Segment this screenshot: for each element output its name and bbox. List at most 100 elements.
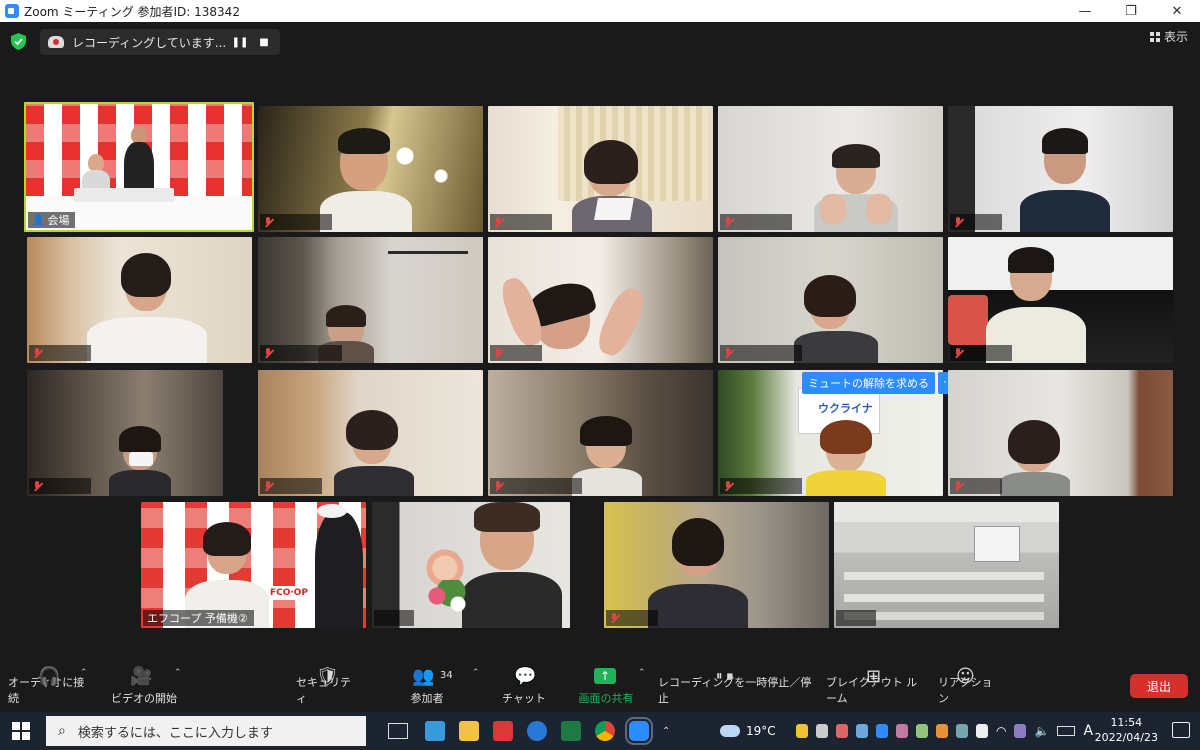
pause-recording-button[interactable]: ❚❚ bbox=[232, 34, 249, 50]
share-screen-button[interactable]: ↑ ⌃ 画面の共有 bbox=[574, 662, 646, 712]
muted-mic-icon bbox=[954, 347, 963, 359]
breakout-rooms-button[interactable]: ⊞ ブレイクアウト ルーム bbox=[826, 662, 924, 712]
video-tile[interactable] bbox=[258, 237, 483, 363]
security-button[interactable]: 🛡 セキュリティ bbox=[296, 662, 356, 712]
video-tile[interactable] bbox=[27, 237, 252, 363]
taskbar-clock[interactable]: 11:54 2022/04/23 bbox=[1095, 715, 1158, 745]
meeting-toolbar: 🎧 ⌃ オーディオに接続 🎥 ⌃ ビデオの開始 🛡 セキュリティ 👥 34 ⌃ … bbox=[0, 662, 1200, 712]
ime-mode[interactable]: A bbox=[1083, 723, 1093, 739]
chevron-up-icon[interactable]: ⌃ bbox=[174, 668, 182, 678]
app-icon[interactable] bbox=[493, 721, 513, 741]
excel-icon[interactable] bbox=[561, 721, 581, 741]
tray-icon[interactable] bbox=[956, 724, 968, 738]
join-audio-button[interactable]: 🎧 ⌃ オーディオに接続 bbox=[8, 662, 90, 712]
tray-icon[interactable] bbox=[836, 724, 848, 738]
chevron-up-icon[interactable]: ⌃ bbox=[638, 668, 646, 678]
zoom-app-icon bbox=[5, 4, 19, 18]
clock-date: 2022/04/23 bbox=[1094, 731, 1158, 744]
monitor-app-icon[interactable] bbox=[425, 721, 445, 741]
temperature[interactable]: 19°C bbox=[746, 724, 776, 738]
muted-mic-icon bbox=[954, 216, 963, 228]
tray-icon[interactable] bbox=[896, 724, 908, 738]
breakout-grid-icon: ⊞ bbox=[866, 666, 882, 687]
recording-status-text: レコーディングしています... bbox=[72, 35, 227, 50]
participants-count: 34 bbox=[440, 670, 453, 681]
video-tile-fcoop-backup[interactable]: FCO·OP エフコープ 予備機② bbox=[141, 502, 366, 628]
video-tile[interactable] bbox=[258, 106, 483, 232]
tray-icon[interactable] bbox=[816, 724, 828, 738]
headphone-icon: 🎧 bbox=[38, 666, 61, 687]
video-tile[interactable] bbox=[718, 106, 943, 232]
tile-name-label: 会場 bbox=[47, 214, 70, 227]
tray-icon[interactable] bbox=[936, 724, 948, 738]
video-tile[interactable] bbox=[27, 370, 223, 496]
tray-icon[interactable] bbox=[796, 724, 808, 738]
smiley-icon: ☺ bbox=[956, 666, 975, 687]
chevron-up-icon[interactable]: ⌃ bbox=[80, 668, 88, 678]
video-off-icon: 🎥 bbox=[130, 666, 153, 687]
participants-icon: 👥 bbox=[412, 666, 435, 687]
reactions-button[interactable]: ☺ リアクション bbox=[938, 662, 994, 712]
participants-button[interactable]: 👥 34 ⌃ 参加者 bbox=[402, 662, 480, 712]
leave-meeting-button[interactable]: 退出 bbox=[1130, 674, 1188, 698]
file-explorer-icon[interactable] bbox=[459, 721, 479, 741]
recording-control-button[interactable]: ⏸ ⏹ レコーディングを一時停止／停止 bbox=[658, 662, 814, 712]
muted-mic-icon bbox=[264, 347, 273, 359]
tray-icon[interactable] bbox=[916, 724, 928, 738]
video-tile[interactable] bbox=[834, 502, 1059, 628]
window-titlebar: Zoom ミーティング 参加者ID: 138342 — ❐ ✕ bbox=[0, 0, 1200, 22]
window-title: Zoom ミーティング 参加者ID: 138342 bbox=[24, 4, 240, 19]
ask-to-unmute-button[interactable]: ミュートの解除を求める bbox=[802, 372, 935, 394]
tray-icon[interactable] bbox=[1014, 724, 1027, 738]
video-tile[interactable] bbox=[488, 370, 713, 496]
chat-icon: 💬 bbox=[514, 666, 537, 687]
video-tile[interactable] bbox=[258, 370, 483, 496]
zoom-taskbar-icon[interactable] bbox=[625, 717, 653, 745]
share-screen-icon: ↑ bbox=[594, 668, 616, 684]
unmute-request-overlay: ミュートの解除を求める ⋯ bbox=[802, 372, 959, 394]
fcoop-logo: FCO·OP bbox=[261, 586, 317, 600]
pause-stop-icon: ⏸ ⏹ bbox=[716, 669, 734, 684]
minimize-button[interactable]: — bbox=[1062, 0, 1108, 22]
muted-mic-icon bbox=[33, 347, 42, 359]
video-tile[interactable] bbox=[948, 106, 1173, 232]
chrome-icon[interactable] bbox=[595, 721, 615, 741]
stop-recording-button[interactable]: ■ bbox=[256, 34, 272, 50]
chevron-up-icon[interactable]: ⌃ bbox=[472, 668, 480, 678]
tray-icon[interactable] bbox=[876, 724, 888, 738]
chat-button[interactable]: 💬 チャット bbox=[502, 662, 546, 712]
muted-mic-icon bbox=[264, 480, 273, 492]
shield-icon: 🛡 bbox=[316, 666, 339, 687]
ukraine-sign: ウクライナ bbox=[818, 402, 873, 415]
recording-indicator: レコーディングしています... ❚❚ ■ bbox=[40, 29, 280, 55]
task-view-icon[interactable] bbox=[388, 723, 408, 739]
tray-icon[interactable] bbox=[976, 724, 988, 738]
wifi-icon[interactable]: ◠ bbox=[996, 724, 1006, 738]
video-tile-venue[interactable]: 👤 会場 bbox=[24, 102, 254, 232]
battery-icon[interactable] bbox=[1057, 726, 1076, 736]
close-button[interactable]: ✕ bbox=[1154, 0, 1200, 22]
windows-start-icon[interactable] bbox=[12, 722, 30, 740]
video-tile[interactable] bbox=[948, 370, 1173, 496]
view-button[interactable]: 表示 bbox=[1149, 28, 1188, 45]
video-tile[interactable] bbox=[372, 502, 570, 628]
recording-cloud-icon bbox=[48, 36, 64, 48]
encryption-shield-icon[interactable] bbox=[11, 33, 26, 50]
video-tile[interactable] bbox=[604, 502, 829, 628]
tray-icon[interactable] bbox=[856, 724, 868, 738]
muted-mic-icon bbox=[264, 216, 273, 228]
start-video-button[interactable]: 🎥 ⌃ ビデオの開始 bbox=[106, 662, 182, 712]
video-tile[interactable] bbox=[488, 106, 713, 232]
maximize-button[interactable]: ❐ bbox=[1108, 0, 1154, 22]
speaker-icon[interactable]: 🔈 bbox=[1034, 724, 1049, 738]
chevron-up-down-icon[interactable]: ⌃ bbox=[662, 726, 670, 737]
video-tile[interactable] bbox=[488, 237, 713, 363]
notification-icon[interactable] bbox=[1172, 722, 1190, 738]
windows-taskbar: ⌕ 検索するには、ここに入力します ⌃ 19°C ◠ 🔈 A 11:54 202… bbox=[0, 712, 1200, 750]
edge-browser-icon[interactable] bbox=[527, 721, 547, 741]
taskbar-search-input[interactable]: ⌕ 検索するには、ここに入力します bbox=[46, 716, 366, 746]
muted-mic-icon bbox=[724, 216, 733, 228]
video-tile[interactable] bbox=[948, 237, 1173, 363]
weather-cloud-icon bbox=[720, 725, 740, 737]
video-tile[interactable] bbox=[718, 237, 943, 363]
